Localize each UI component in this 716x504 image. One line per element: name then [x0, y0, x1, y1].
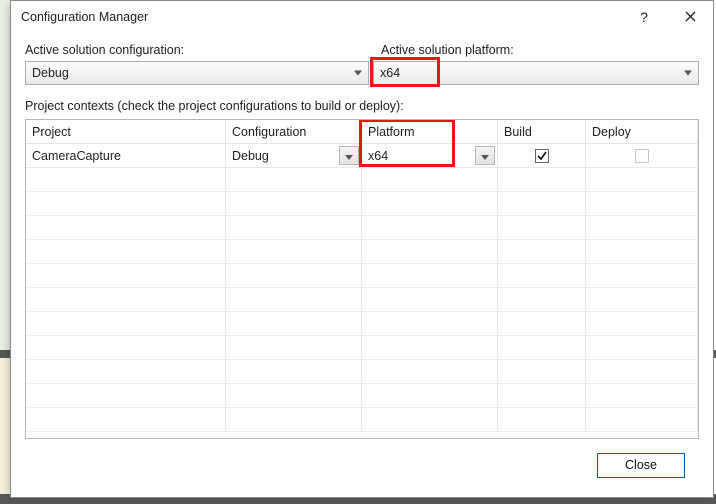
chevron-down-icon [481, 149, 489, 163]
close-icon [685, 10, 696, 25]
cell-project-text: CameraCapture [32, 149, 121, 163]
col-deploy-header[interactable]: Deploy [586, 120, 698, 144]
cell-config-dropdown-button[interactable] [339, 146, 359, 165]
build-checkbox[interactable] [535, 149, 549, 163]
active-config-value: Debug [32, 66, 69, 80]
cell-build[interactable] [498, 144, 586, 167]
titlebar: Configuration Manager ? [11, 1, 713, 33]
project-contexts-grid: Project Configuration Platform Build Dep… [25, 119, 699, 439]
active-config-dropdown[interactable]: Debug [25, 61, 369, 85]
chevron-down-icon [684, 71, 692, 76]
close-window-button[interactable] [667, 1, 713, 33]
cell-config-text: Debug [232, 149, 269, 163]
help-button[interactable]: ? [621, 1, 667, 33]
chevron-down-icon [345, 149, 353, 163]
cell-project: CameraCapture [26, 144, 226, 167]
deploy-checkbox [635, 149, 649, 163]
dialog-title: Configuration Manager [21, 10, 148, 24]
col-configuration-header[interactable]: Configuration [226, 120, 362, 144]
table-row: CameraCapture Debug x64 [26, 144, 698, 168]
active-platform-label: Active solution platform: [381, 43, 699, 57]
active-platform-value: x64 [380, 66, 400, 80]
project-contexts-label: Project contexts (check the project conf… [25, 99, 699, 113]
cell-deploy [586, 144, 698, 167]
cell-platform[interactable]: x64 [362, 144, 498, 167]
close-button-label: Close [625, 458, 657, 472]
active-platform-dropdown[interactable]: x64 [373, 61, 699, 85]
col-platform-header[interactable]: Platform [362, 120, 498, 144]
cell-configuration[interactable]: Debug [226, 144, 362, 167]
chevron-down-icon [354, 71, 362, 76]
active-config-label: Active solution configuration: [25, 43, 369, 57]
col-project-header[interactable]: Project [26, 120, 226, 144]
help-icon: ? [640, 9, 648, 25]
cell-platform-dropdown-button[interactable] [475, 146, 495, 165]
col-build-header[interactable]: Build [498, 120, 586, 144]
close-button[interactable]: Close [597, 453, 685, 478]
configuration-manager-dialog: Configuration Manager ? Active solution … [10, 0, 714, 498]
cell-platform-text: x64 [368, 149, 388, 163]
